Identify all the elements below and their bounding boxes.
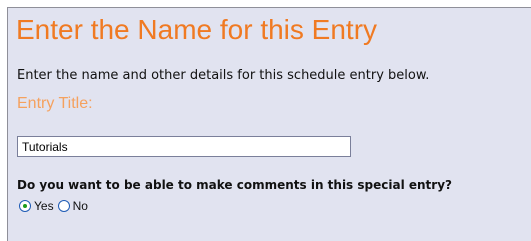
comments-question: Do you want to be able to make comments … [17, 178, 452, 192]
entry-title-label: Entry Title: [17, 95, 93, 112]
radio-no-label: No [72, 199, 88, 213]
radio-yes-icon[interactable] [19, 200, 31, 212]
page-title: Enter the Name for this Entry [16, 14, 378, 45]
comments-radio-group: Yes No [19, 199, 92, 213]
radio-no-icon[interactable] [57, 200, 70, 212]
intro-text: Enter the name and other details for thi… [17, 68, 430, 83]
entry-title-input[interactable] [17, 136, 351, 157]
comments-option-no[interactable]: No [57, 199, 88, 213]
comments-option-yes[interactable]: Yes [19, 199, 54, 213]
radio-yes-label: Yes [34, 199, 54, 213]
entry-details-panel: Enter the Name for this Entry Enter the … [7, 7, 531, 241]
